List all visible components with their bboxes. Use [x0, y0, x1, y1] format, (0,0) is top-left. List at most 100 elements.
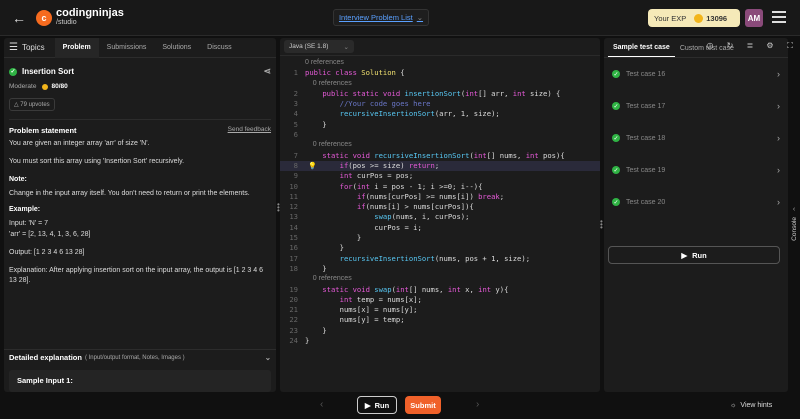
line-number: 17: [289, 253, 298, 263]
code-line: 4 recursiveInsertionSort(arr, 1, size);: [280, 109, 600, 119]
example-explanation: Explanation: After applying insertion so…: [9, 267, 263, 284]
code-text: nums[y] = temp;: [305, 315, 405, 325]
console-toggle[interactable]: ‹ Console: [788, 38, 800, 392]
code-text: static void swap(int[] nums, int x, int …: [322, 284, 509, 294]
upvote-button[interactable]: △ 79 upvotes: [9, 98, 55, 111]
code-line: 21 nums[x] = nums[y];: [280, 305, 600, 315]
code-text: }: [305, 243, 344, 253]
code-lens-references[interactable]: 0 references: [280, 58, 600, 68]
test-case-item[interactable]: ✓ Test case 20 ›: [604, 186, 788, 218]
chevron-right-icon: ›: [777, 101, 780, 111]
line-number: 19: [289, 284, 298, 294]
next-problem-icon[interactable]: ›: [476, 399, 479, 410]
problem-panel: ☰ Topics Problem Submissions Solutions D…: [4, 38, 276, 392]
test-case-item[interactable]: ✓ Test case 18 ›: [604, 122, 788, 154]
line-number: 22: [289, 315, 298, 325]
editor-toolbar: Java (SE 1.8) ⌄: [280, 38, 600, 56]
chevron-down-icon: ⌄: [416, 13, 424, 22]
exp-points: 13096: [706, 13, 728, 23]
back-arrow-icon[interactable]: ←: [8, 10, 30, 26]
problem-list-dropdown[interactable]: Interview Problem List ⌄: [333, 9, 429, 26]
statement-line-1: You are given an integer array 'arr' of …: [9, 140, 150, 147]
submit-button[interactable]: Submit: [405, 396, 441, 414]
problem-tabs: ☰ Topics Problem Submissions Solutions D…: [4, 38, 276, 58]
code-line: 8 💡 if(pos >= size) return;: [280, 160, 600, 172]
references-label: 0 references: [305, 141, 352, 149]
test-case-item[interactable]: ✓ Test case 16 ›: [604, 58, 788, 90]
send-feedback-link[interactable]: Send feedback: [228, 126, 271, 135]
code-line: 6: [280, 130, 600, 140]
share-icon[interactable]: ⋖: [263, 66, 271, 77]
view-hints-button[interactable]: ☼ View hints: [730, 398, 790, 413]
problem-score: 80/80: [51, 83, 68, 90]
code-text: if(nums[i] > nums[curPos]){: [356, 202, 474, 212]
run-tests-label: Run: [692, 250, 707, 260]
test-panel: Sample test case Custom test case ✓ Test …: [604, 38, 788, 392]
code-text: public class Solution {: [305, 68, 405, 78]
code-text: }: [305, 263, 327, 273]
code-lines[interactable]: 0 references 1 public class Solution { 0 r…: [280, 58, 600, 346]
editor-tools: ◷ ↻ ≣ ⚙ ⛶: [697, 41, 797, 51]
code-line: 17 recursiveInsertionSort(nums, pos + 1,…: [280, 254, 600, 264]
settings-icon[interactable]: ⚙: [763, 41, 777, 51]
solved-check-icon: ✓: [9, 67, 17, 76]
detailed-explanation-toggle[interactable]: Detailed explanation ( Input/output form…: [4, 349, 276, 365]
score-coin-icon: [42, 83, 49, 90]
problem-title: Insertion Sort: [22, 67, 75, 76]
code-text: curPos = i;: [305, 222, 422, 232]
timer-icon[interactable]: ◷: [703, 41, 717, 51]
code-line: 22 nums[y] = temp;: [280, 315, 600, 325]
test-case-item[interactable]: ✓ Test case 19 ›: [604, 154, 788, 186]
line-number: 24: [289, 336, 298, 346]
tab-problem[interactable]: Problem: [54, 38, 99, 58]
example-input-n: Input: 'N' = 7: [9, 220, 49, 227]
code-line: 1 public class Solution {: [280, 68, 600, 78]
test-case-label: Test case 19: [626, 166, 666, 174]
code-editor[interactable]: Java (SE 1.8) ⌄ 0 references 1 public clas…: [280, 38, 600, 392]
run-button[interactable]: ▶ Run: [357, 396, 397, 414]
code-text: }: [305, 325, 327, 335]
run-tests-button[interactable]: ▶ Run: [608, 246, 780, 264]
language-select[interactable]: Java (SE 1.8) ⌄: [284, 40, 354, 53]
hamburger-menu-icon[interactable]: [772, 11, 786, 23]
lightbulb-icon: ☼: [730, 402, 737, 409]
line-number: 8: [293, 160, 298, 170]
top-bar: ← c codingninjas /studio Interview Probl…: [0, 0, 800, 36]
prev-problem-icon[interactable]: ‹: [320, 399, 323, 410]
exp-badge[interactable]: Your EXP 13096: [648, 9, 740, 27]
history-icon[interactable]: ↻: [723, 41, 737, 51]
references-label: 0 references: [305, 79, 352, 87]
code-text: if(pos >= size) return;: [339, 160, 440, 170]
line-number: 11: [289, 191, 298, 201]
code-text: recursiveInsertionSort(arr, 1, size);: [339, 109, 500, 119]
code-text: }: [305, 119, 327, 129]
code-text: if(nums[curPos] >= nums[i]) break;: [356, 191, 505, 201]
line-number: 14: [289, 222, 298, 232]
logo[interactable]: c codingninjas /studio: [36, 7, 124, 27]
tab-submissions[interactable]: Submissions: [99, 44, 155, 51]
code-lens-references[interactable]: 0 references: [280, 79, 600, 89]
code-lens-references[interactable]: 0 references: [280, 140, 600, 150]
problem-list-label: Interview Problem List: [338, 13, 413, 22]
code-text: //Your code goes here: [305, 99, 431, 109]
play-icon: ▶: [364, 400, 371, 410]
test-case-item[interactable]: ✓ Test case 17 ›: [604, 90, 788, 122]
exp-label: Your EXP: [654, 13, 687, 23]
code-line: 7 static void recursiveInsertionSort(int…: [280, 151, 600, 161]
code-text: static void recursiveInsertionSort(int[]…: [322, 150, 565, 160]
code-line: 10 for(int i = pos - 1; i >=0; i--){: [280, 182, 600, 192]
line-number: 12: [289, 202, 298, 212]
passed-check-icon: ✓: [612, 134, 620, 142]
topics-toggle[interactable]: ☰ Topics: [4, 42, 55, 53]
tab-discuss[interactable]: Discuss: [199, 44, 240, 51]
chevron-down-icon: ⌄: [343, 43, 349, 51]
avatar[interactable]: AM: [745, 9, 763, 27]
code-line: 5 }: [280, 120, 600, 130]
code-line: 12 if(nums[i] > nums[curPos]){: [280, 202, 600, 212]
tab-sample-test[interactable]: Sample test case: [608, 44, 675, 57]
code-lens-references[interactable]: 0 references: [280, 274, 600, 284]
line-number: 20: [289, 294, 298, 304]
passed-check-icon: ✓: [612, 70, 620, 78]
tab-solutions[interactable]: Solutions: [154, 44, 199, 51]
list-icon[interactable]: ≣: [743, 41, 757, 51]
